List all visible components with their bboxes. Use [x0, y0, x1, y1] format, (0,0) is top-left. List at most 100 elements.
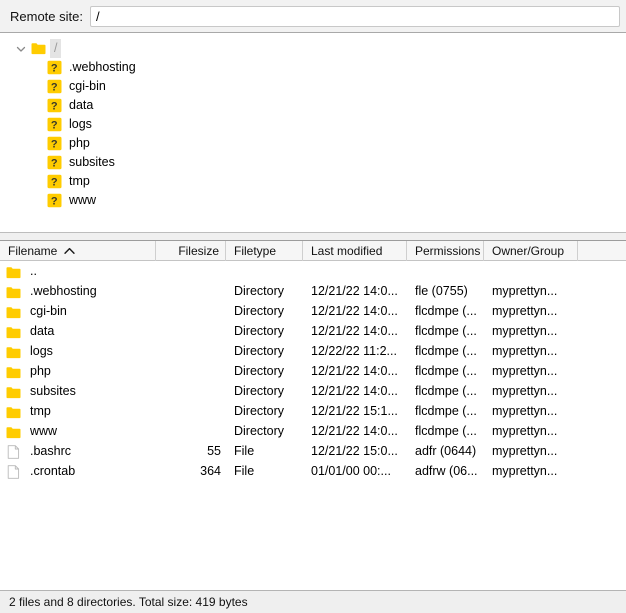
cell-owner-group: myprettyn...	[484, 341, 578, 361]
file-icon	[6, 445, 21, 458]
cell-permissions: flcdmpe (...	[407, 361, 484, 381]
tree-item[interactable]: ? data	[0, 96, 626, 115]
filename-text: .crontab	[30, 461, 75, 481]
svg-text:?: ?	[51, 119, 58, 131]
cell-filesize: 364	[156, 461, 226, 481]
table-row[interactable]: tmp Directory 12/21/22 15:1... flcdmpe (…	[0, 401, 626, 421]
cell-owner-group: myprettyn...	[484, 461, 578, 481]
pane-splitter[interactable]	[0, 232, 626, 241]
cell-filetype: Directory	[226, 381, 303, 401]
cell-filename: www	[0, 421, 156, 441]
cell-permissions: flcdmpe (...	[407, 341, 484, 361]
tree-item[interactable]: ? .webhosting	[0, 58, 626, 77]
folder-icon	[6, 305, 21, 318]
cell-filename: tmp	[0, 401, 156, 421]
cell-last-modified: 12/21/22 14:0...	[303, 321, 407, 341]
tree-item-label: php	[69, 134, 90, 153]
column-header-permissions[interactable]: Permissions	[407, 241, 484, 261]
table-row[interactable]: data Directory 12/21/22 14:0... flcdmpe …	[0, 321, 626, 341]
folder-icon	[31, 42, 46, 55]
tree-item-label: data	[69, 96, 93, 115]
cell-filesize: 55	[156, 441, 226, 461]
folder-unknown-icon: ?	[47, 136, 62, 151]
cell-filename: .bashrc	[0, 441, 156, 461]
tree-item-root[interactable]: /	[0, 39, 626, 58]
svg-text:?: ?	[51, 138, 58, 150]
tree-item-label: tmp	[69, 172, 90, 191]
column-header-filetype-label: Filetype	[234, 244, 276, 258]
column-header-owner-group[interactable]: Owner/Group	[484, 241, 578, 261]
cell-filename: .webhosting	[0, 281, 156, 301]
folder-unknown-icon: ?	[47, 155, 62, 170]
folder-unknown-icon: ?	[47, 79, 62, 94]
cell-last-modified: 01/01/00 00:...	[303, 461, 407, 481]
column-header-last-modified[interactable]: Last modified	[303, 241, 407, 261]
chevron-down-icon[interactable]	[14, 42, 28, 56]
tree-item[interactable]: ? logs	[0, 115, 626, 134]
column-header-filetype[interactable]: Filetype	[226, 241, 303, 261]
folder-unknown-icon: ?	[47, 60, 62, 75]
cell-filesize	[156, 261, 226, 281]
column-header-filename[interactable]: Filename	[0, 241, 156, 261]
table-row[interactable]: cgi-bin Directory 12/21/22 14:0... flcdm…	[0, 301, 626, 321]
column-header-permissions-label: Permissions	[415, 244, 480, 258]
tree-item[interactable]: ? www	[0, 191, 626, 210]
folder-icon	[6, 425, 21, 438]
remote-directory-tree[interactable]: / ? .webhosting ? cgi-	[0, 33, 626, 232]
cell-permissions: flcdmpe (...	[407, 321, 484, 341]
table-row[interactable]: .webhosting Directory 12/21/22 14:0... f…	[0, 281, 626, 301]
cell-filetype	[226, 261, 303, 281]
file-list[interactable]: .. .webhosting Directory 12/21/22 14:0..…	[0, 261, 626, 590]
cell-permissions: flcdmpe (...	[407, 381, 484, 401]
table-row[interactable]: subsites Directory 12/21/22 14:0... flcd…	[0, 381, 626, 401]
tree-item-label: cgi-bin	[69, 77, 106, 96]
svg-text:?: ?	[51, 195, 58, 207]
table-row[interactable]: .crontab 364 File 01/01/00 00:... adfrw …	[0, 461, 626, 481]
cell-filetype: Directory	[226, 341, 303, 361]
table-row[interactable]: logs Directory 12/22/22 11:2... flcdmpe …	[0, 341, 626, 361]
column-header-filesize[interactable]: Filesize	[156, 241, 226, 261]
tree-item[interactable]: ? subsites	[0, 153, 626, 172]
sort-ascending-icon	[64, 244, 75, 258]
folder-unknown-icon: ?	[47, 98, 62, 113]
table-row[interactable]: www Directory 12/21/22 14:0... flcdmpe (…	[0, 421, 626, 441]
folder-icon	[6, 265, 21, 278]
cell-last-modified: 12/22/22 11:2...	[303, 341, 407, 361]
cell-filetype: Directory	[226, 361, 303, 381]
tree-item[interactable]: ? tmp	[0, 172, 626, 191]
cell-filename: cgi-bin	[0, 301, 156, 321]
cell-filesize	[156, 281, 226, 301]
cell-owner-group: myprettyn...	[484, 321, 578, 341]
cell-filetype: Directory	[226, 421, 303, 441]
filename-text: cgi-bin	[30, 301, 67, 321]
table-row[interactable]: .bashrc 55 File 12/21/22 15:0... adfr (0…	[0, 441, 626, 461]
table-row[interactable]: ..	[0, 261, 626, 281]
cell-permissions: flcdmpe (...	[407, 401, 484, 421]
tree-item[interactable]: ? php	[0, 134, 626, 153]
cell-owner-group: myprettyn...	[484, 281, 578, 301]
cell-filetype: Directory	[226, 281, 303, 301]
cell-last-modified: 12/21/22 14:0...	[303, 301, 407, 321]
folder-icon	[6, 325, 21, 338]
cell-filesize	[156, 381, 226, 401]
cell-filename: subsites	[0, 381, 156, 401]
folder-unknown-icon: ?	[47, 174, 62, 189]
tree-item[interactable]: ? cgi-bin	[0, 77, 626, 96]
svg-text:?: ?	[51, 157, 58, 169]
filename-text: www	[30, 421, 57, 441]
cell-last-modified: 12/21/22 14:0...	[303, 361, 407, 381]
cell-filename: ..	[0, 261, 156, 281]
cell-filesize	[156, 421, 226, 441]
cell-permissions: adfr (0644)	[407, 441, 484, 461]
folder-icon	[6, 285, 21, 298]
cell-filetype: File	[226, 461, 303, 481]
cell-owner-group: myprettyn...	[484, 381, 578, 401]
cell-filetype: Directory	[226, 321, 303, 341]
cell-permissions: adfrw (06...	[407, 461, 484, 481]
cell-filetype: Directory	[226, 401, 303, 421]
svg-text:?: ?	[51, 176, 58, 188]
cell-permissions: flcdmpe (...	[407, 301, 484, 321]
cell-owner-group	[484, 261, 578, 281]
table-row[interactable]: php Directory 12/21/22 14:0... flcdmpe (…	[0, 361, 626, 381]
remote-path-input[interactable]	[90, 6, 620, 27]
